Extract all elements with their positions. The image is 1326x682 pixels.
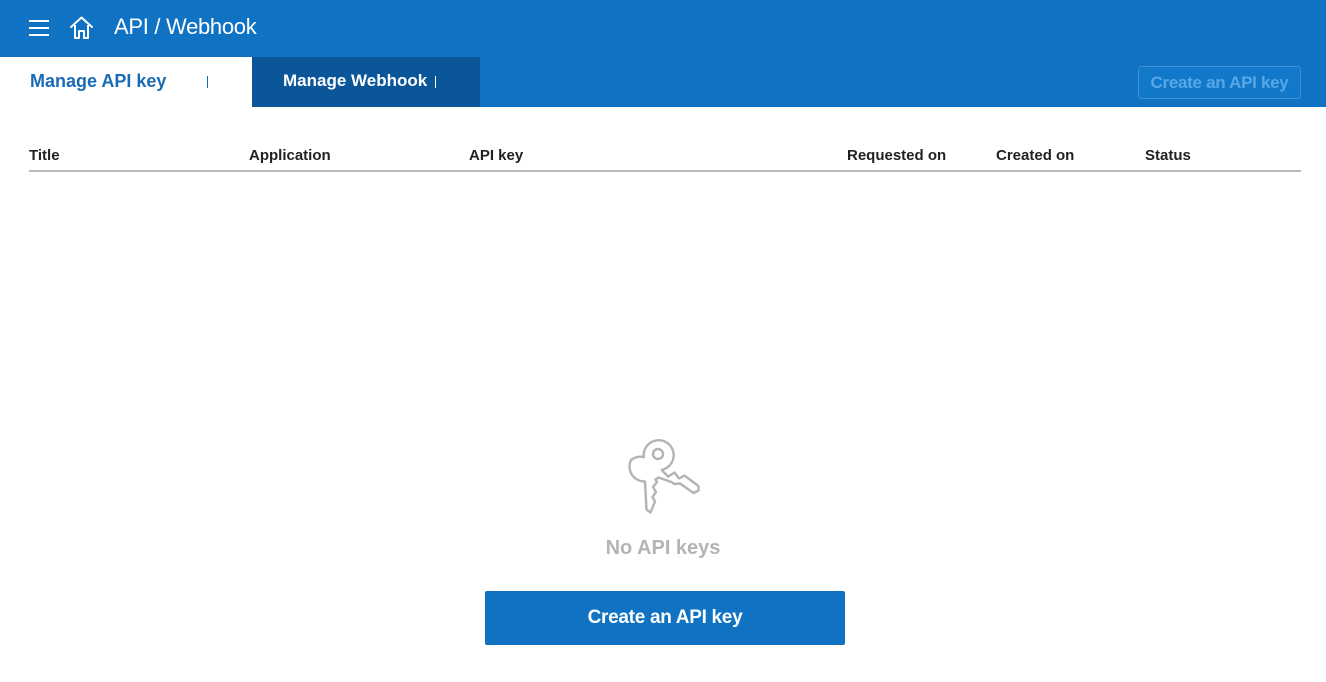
- tab-divider: [435, 76, 436, 88]
- hamburger-menu-icon[interactable]: [27, 17, 51, 39]
- top-bar: API / Webhook Manage API key Manage Webh…: [0, 0, 1326, 107]
- column-header-requested-on[interactable]: Requested on: [847, 147, 946, 164]
- key-icon: [627, 438, 703, 516]
- tab-label: Manage Webhook: [283, 71, 428, 90]
- tab-manage-api-key[interactable]: Manage API key: [0, 57, 252, 107]
- create-api-key-header-button[interactable]: Create an API key: [1138, 66, 1301, 99]
- tab-manage-webhook[interactable]: Manage Webhook: [252, 57, 480, 107]
- table-header: Title Application API key Requested on C…: [29, 145, 1301, 172]
- create-api-key-button[interactable]: Create an API key: [485, 591, 845, 645]
- tab-label: Manage API key: [30, 71, 167, 91]
- tab-divider: [207, 76, 208, 88]
- column-header-title[interactable]: Title: [29, 147, 60, 164]
- page-title: API / Webhook: [114, 14, 257, 39]
- column-header-status[interactable]: Status: [1145, 147, 1191, 164]
- column-header-api-key[interactable]: API key: [469, 147, 523, 164]
- column-header-application[interactable]: Application: [249, 147, 331, 164]
- column-header-created-on[interactable]: Created on: [996, 147, 1074, 164]
- empty-state-message: No API keys: [605, 537, 721, 559]
- home-icon[interactable]: [68, 15, 95, 41]
